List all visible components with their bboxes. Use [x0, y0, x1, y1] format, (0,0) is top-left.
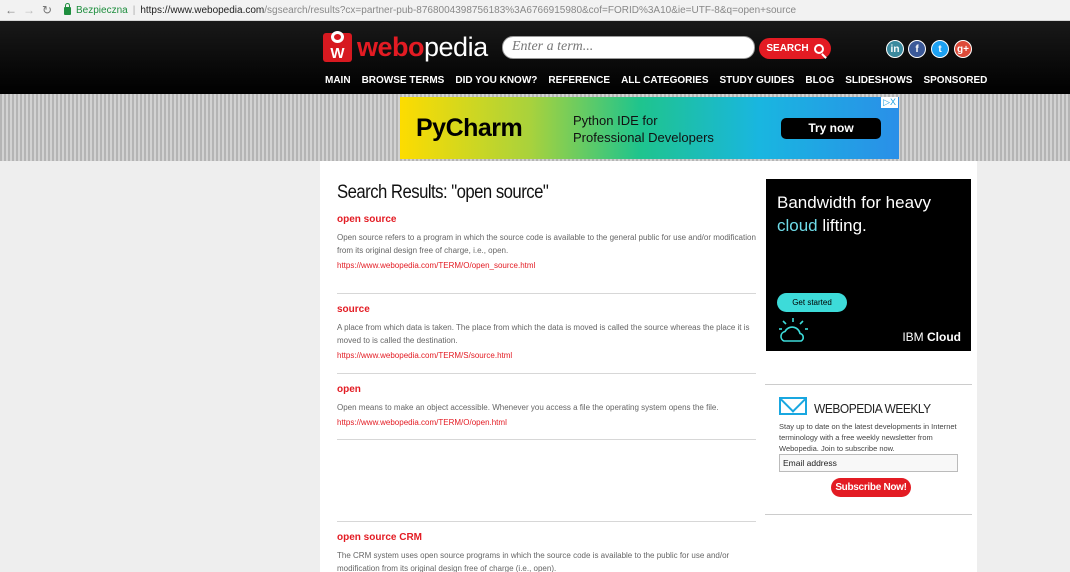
ad-title: PyCharm: [416, 114, 523, 142]
lock-icon: [64, 3, 71, 15]
search-results: Search Results: "open source" open sourc…: [337, 161, 756, 572]
nav-blog[interactable]: BLOG: [805, 75, 834, 86]
result-title[interactable]: open: [337, 384, 756, 395]
search-button-label: SEARCH: [766, 43, 809, 54]
ad-subtitle-line2: Professional Developers: [573, 130, 714, 145]
get-started-button[interactable]: Get started: [777, 293, 847, 312]
results-spacer: [337, 440, 756, 522]
search-input[interactable]: Enter a term...: [502, 36, 755, 59]
address-separator: |: [132, 4, 136, 16]
url-host: https://www.webopedia.com: [140, 4, 265, 16]
search-icon: [813, 43, 824, 54]
cloud-sun-icon: [779, 318, 808, 342]
nav-study-guides[interactable]: STUDY GUIDES: [720, 75, 795, 86]
forward-arrow-icon[interactable]: →: [22, 3, 36, 17]
newsletter-title: WEBOPEDIA WEEKLY: [814, 401, 931, 416]
ibm-cloud-brand: IBM Cloud: [902, 330, 961, 344]
result-description: Open means to make an object accessible.…: [337, 403, 719, 412]
main-nav: MAIN BROWSE TERMS DID YOU KNOW? REFERENC…: [325, 75, 987, 86]
secure-label: Bezpieczna: [76, 4, 128, 16]
nav-browse-terms[interactable]: BROWSE TERMS: [362, 75, 445, 86]
pycharm-banner-ad[interactable]: PyCharm Python IDE for Professional Deve…: [400, 97, 899, 159]
result-url[interactable]: https://www.webopedia.com/TERM/S/source.…: [337, 351, 756, 360]
result-title[interactable]: open source: [337, 214, 756, 225]
nav-did-you-know[interactable]: DID YOU KNOW?: [455, 75, 537, 86]
google-plus-icon[interactable]: g+: [954, 40, 972, 58]
ibm-cloud-ad[interactable]: Bandwidth for heavy cloud lifting. Get s…: [766, 179, 971, 351]
ibm-ad-headline: Bandwidth for heavy cloud lifting.: [777, 191, 931, 237]
subscribe-button[interactable]: Subscribe Now!: [831, 478, 911, 497]
site-header: W webopedia Enter a term... SEARCH in f …: [0, 21, 1070, 94]
result-title[interactable]: open source CRM: [337, 532, 756, 543]
result-item: open Open means to make an object access…: [337, 374, 756, 440]
newsletter-box: WEBOPEDIA WEEKLY Stay up to date on the …: [765, 384, 972, 515]
address-bar[interactable]: https://www.webopedia.com/sgsearch/resul…: [140, 5, 796, 16]
ibm-ad-headline-line2: cloud lifting.: [777, 216, 867, 235]
result-item: source A place from which data is taken.…: [337, 294, 756, 374]
envelope-icon: [779, 397, 807, 415]
ad-strip: PyCharm Python IDE for Professional Deve…: [0, 94, 1070, 161]
page-content: Search Results: "open source" open sourc…: [320, 161, 977, 572]
browser-toolbar: ← → ↻ Bezpieczna | https://www.webopedia…: [0, 0, 1070, 21]
newsletter-text: Stay up to date on the latest developmen…: [779, 422, 957, 453]
ad-try-now-button[interactable]: Try now: [781, 118, 881, 139]
back-arrow-icon[interactable]: ←: [4, 3, 18, 17]
nav-sponsored[interactable]: SPONSORED: [923, 75, 987, 86]
ad-subtitle: Python IDE for Professional Developers: [573, 112, 714, 146]
nav-reference[interactable]: REFERENCE: [548, 75, 610, 86]
linkedin-icon[interactable]: in: [886, 40, 904, 58]
result-description: A place from which data is taken. The pl…: [337, 323, 750, 345]
search-button[interactable]: SEARCH: [759, 38, 831, 59]
result-url[interactable]: https://www.webopedia.com/TERM/O/open_so…: [337, 261, 756, 270]
ad-subtitle-line1: Python IDE for: [573, 113, 658, 128]
result-description: The CRM system uses open source programs…: [337, 551, 730, 572]
result-item: open source CRM The CRM system uses open…: [337, 522, 756, 572]
webopedia-logo[interactable]: W webopedia: [323, 30, 488, 62]
nav-main[interactable]: MAIN: [325, 75, 351, 86]
url-path: /sgsearch/results?cx=partner-pub-8768004…: [264, 4, 797, 16]
nav-slideshows[interactable]: SLIDESHOWS: [845, 75, 912, 86]
result-item: open source Open source refers to a prog…: [337, 214, 756, 294]
reload-icon[interactable]: ↻: [40, 3, 54, 17]
webopedia-logo-icon: W: [323, 30, 352, 62]
adchoices-icon[interactable]: ▷X: [881, 97, 898, 108]
page-title: Search Results: "open source": [337, 182, 549, 203]
facebook-icon[interactable]: f: [908, 40, 926, 58]
twitter-icon[interactable]: t: [931, 40, 949, 58]
result-url[interactable]: https://www.webopedia.com/TERM/O/open.ht…: [337, 418, 756, 427]
nav-all-categories[interactable]: ALL CATEGORIES: [621, 75, 708, 86]
logo-wordmark: webopedia: [357, 32, 488, 62]
email-field[interactable]: Email address: [779, 454, 958, 472]
result-title[interactable]: source: [337, 304, 756, 315]
ibm-ad-headline-line1: Bandwidth for heavy: [777, 193, 932, 212]
result-description: Open source refers to a program in which…: [337, 233, 756, 255]
